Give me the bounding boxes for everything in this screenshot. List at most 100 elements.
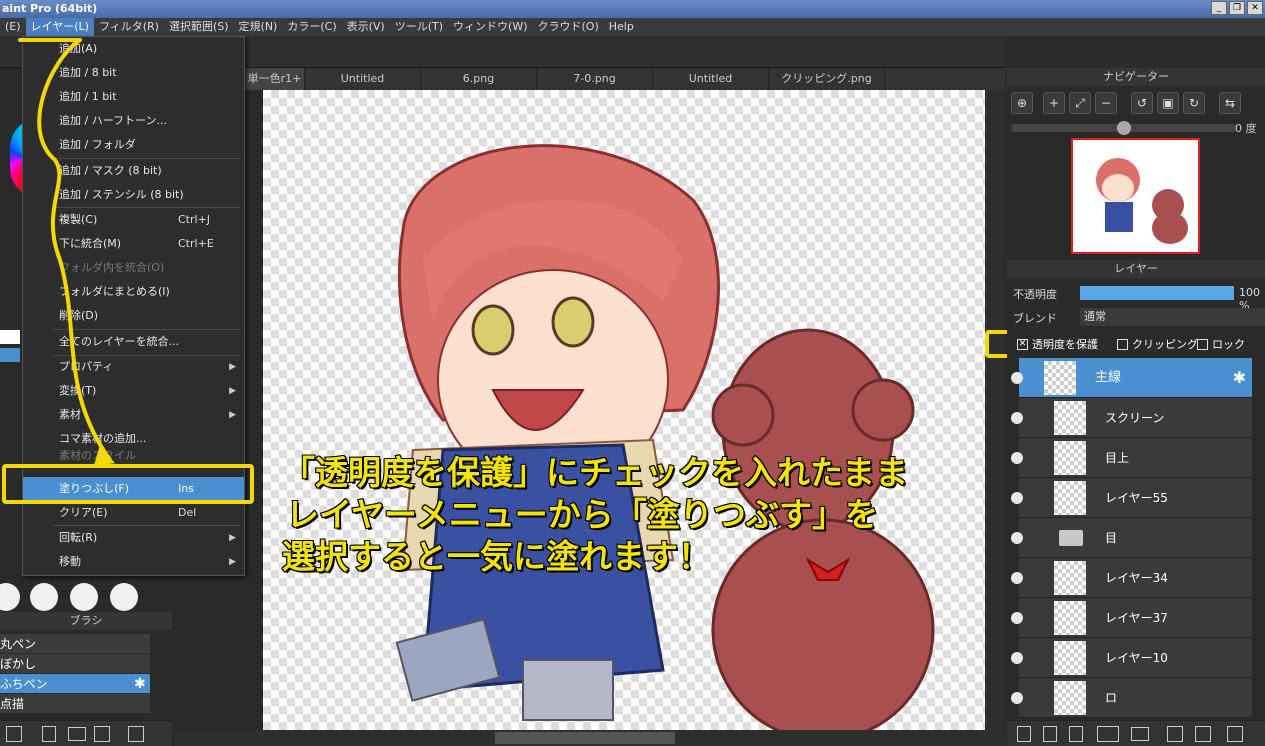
- opacity-slider-fill: [1080, 286, 1234, 300]
- layer-thumbnail: [1054, 561, 1086, 595]
- restore-button[interactable]: ❐: [1229, 1, 1245, 15]
- opacity-slider[interactable]: [1080, 286, 1234, 300]
- layer-panel: レイヤー 不透明度 100 % ブレンド 通常 ✕ 透明度を保護 クリッピング …: [1007, 260, 1265, 746]
- brush-item-selected[interactable]: ふちペン: [0, 674, 150, 694]
- layer-name: スクリーン: [1105, 411, 1165, 425]
- fit-window-icon[interactable]: ⤢: [1069, 92, 1091, 114]
- visibility-eye-icon[interactable]: [1011, 612, 1023, 624]
- bear-ear: [851, 378, 915, 442]
- duplicate-layer-icon[interactable]: [1167, 726, 1183, 742]
- thumbnail-art: [1096, 158, 1188, 244]
- layer-row[interactable]: 目上: [1011, 438, 1252, 478]
- horizontal-scrollbar[interactable]: [175, 730, 1005, 746]
- new-brush-icon[interactable]: [6, 726, 22, 742]
- menu-shortcut: Del: [178, 506, 197, 519]
- clipping-checkbox[interactable]: クリッピング: [1117, 336, 1198, 352]
- folder-icon[interactable]: [1131, 727, 1149, 741]
- brush-size-dot[interactable]: [70, 583, 98, 611]
- reset-view-icon[interactable]: ▣: [1157, 92, 1179, 114]
- tab-document[interactable]: クリッピング.png: [769, 68, 885, 90]
- menu-help[interactable]: Help: [604, 18, 639, 36]
- tab-document[interactable]: 7-0.png: [537, 68, 653, 90]
- zoom-fit-icon[interactable]: ⊕: [1011, 92, 1033, 114]
- visibility-eye-icon[interactable]: [1011, 652, 1023, 664]
- layer-thumbnail: [1054, 681, 1086, 715]
- new-layer-1bit-icon[interactable]: [1069, 726, 1083, 742]
- brush-panel-title: ブラシ: [0, 612, 172, 630]
- layer-row[interactable]: レイヤー55: [1011, 478, 1252, 518]
- duplicate-icon[interactable]: [94, 726, 110, 742]
- tab-document[interactable]: 6.png: [421, 68, 537, 90]
- navigator-thumbnail[interactable]: [1071, 138, 1200, 254]
- trash-icon[interactable]: [1227, 726, 1243, 742]
- add-layer-dropdown-icon[interactable]: [1097, 726, 1119, 742]
- menu-item-label: クリア(E): [59, 506, 108, 519]
- gear-icon[interactable]: ✱: [134, 676, 146, 692]
- drawing-canvas[interactable]: [263, 90, 985, 742]
- close-button[interactable]: ✕: [1247, 1, 1263, 15]
- blend-select[interactable]: 通常: [1080, 308, 1265, 326]
- layer-row-selected[interactable]: 主線 ✱: [1011, 358, 1252, 398]
- layer-thumbnail: [1044, 361, 1076, 395]
- menu-view[interactable]: 表示(V): [342, 18, 390, 36]
- flip-icon[interactable]: ⇆: [1219, 92, 1241, 114]
- layer-row[interactable]: レイヤー37: [1011, 598, 1252, 638]
- layer-thumbnail: [1054, 601, 1086, 635]
- menu-tool[interactable]: ツール(T): [390, 18, 448, 36]
- character-eye-right: [551, 296, 595, 348]
- checkbox-icon: [1197, 338, 1208, 350]
- menu-clear[interactable]: クリア(E) Del: [23, 501, 244, 525]
- rotate-right-icon[interactable]: ↻: [1183, 92, 1205, 114]
- window-title-bar: aint Pro (64bit): [0, 0, 1265, 18]
- navigator-panel: ナビゲーター ⊕ + ⤢ − ↺ ▣ ↻ ⇆ 0 度: [1007, 68, 1265, 258]
- layer-name: 主線: [1095, 370, 1122, 385]
- protect-alpha-checkbox[interactable]: ✕ 透明度を保護: [1017, 336, 1098, 352]
- lock-checkbox[interactable]: ロック: [1197, 336, 1245, 352]
- rotation-slider-thumb[interactable]: [1117, 121, 1131, 135]
- new-layer-icon[interactable]: [1017, 726, 1031, 742]
- new-layer-8bit-icon[interactable]: [1043, 726, 1057, 742]
- menu-move[interactable]: 移動 ▶: [23, 550, 244, 574]
- folder-icon: [1059, 530, 1083, 546]
- tab-document[interactable]: Untitled: [653, 68, 769, 90]
- character-eye-left: [471, 304, 515, 356]
- blend-label: ブレンド: [1013, 312, 1057, 325]
- rotation-slider[interactable]: [1011, 121, 1237, 135]
- zoom-in-icon[interactable]: +: [1043, 92, 1065, 114]
- merge-down-icon[interactable]: [1195, 726, 1211, 742]
- tab-document[interactable]: Untitled: [305, 68, 421, 90]
- brush-item[interactable]: 丸ペン: [0, 634, 150, 654]
- trash-icon[interactable]: [128, 726, 144, 742]
- brush-item[interactable]: 点描: [0, 694, 150, 714]
- zoom-out-icon[interactable]: −: [1095, 92, 1117, 114]
- folder-icon[interactable]: [68, 727, 86, 741]
- brush-size-dot[interactable]: [110, 583, 138, 611]
- canvas-area: [175, 90, 1005, 746]
- copy-brush-icon[interactable]: [42, 726, 56, 742]
- menu-color[interactable]: カラー(C): [282, 18, 341, 36]
- navigator-title: ナビゲーター: [1007, 68, 1265, 86]
- brush-item[interactable]: ぼかし: [0, 654, 150, 674]
- layer-row-folder[interactable]: 目: [1011, 518, 1252, 558]
- visibility-eye-icon[interactable]: [1011, 692, 1023, 704]
- brush-size-dot[interactable]: [0, 583, 20, 611]
- layer-row[interactable]: スクリーン: [1011, 398, 1252, 438]
- vertical-scrollbar[interactable]: [985, 90, 1003, 730]
- gear-icon[interactable]: ✱: [1233, 368, 1246, 387]
- clipping-label: クリッピング: [1132, 338, 1198, 351]
- visibility-eye-icon[interactable]: [1011, 372, 1023, 384]
- minimize-button[interactable]: _: [1211, 1, 1227, 15]
- protect-alpha-label: 透明度を保護: [1032, 338, 1098, 351]
- menu-rotate[interactable]: 回転(R) ▶: [23, 526, 244, 550]
- brush-size-dot[interactable]: [30, 583, 58, 611]
- layer-row[interactable]: ロ: [1011, 678, 1252, 718]
- horizontal-scroll-thumb[interactable]: [495, 732, 675, 744]
- menu-cloud[interactable]: クラウド(O): [533, 18, 604, 36]
- rotate-left-icon[interactable]: ↺: [1131, 92, 1153, 114]
- layer-row[interactable]: レイヤー34: [1011, 558, 1252, 598]
- annotation-line-2: レイヤーメニューから「塗りつぶす」を: [285, 494, 879, 535]
- menu-window[interactable]: ウィンドウ(W): [448, 18, 532, 36]
- bear-ear: [711, 383, 775, 447]
- layer-row[interactable]: レイヤー10: [1011, 638, 1252, 678]
- visibility-eye-icon[interactable]: [1011, 412, 1023, 424]
